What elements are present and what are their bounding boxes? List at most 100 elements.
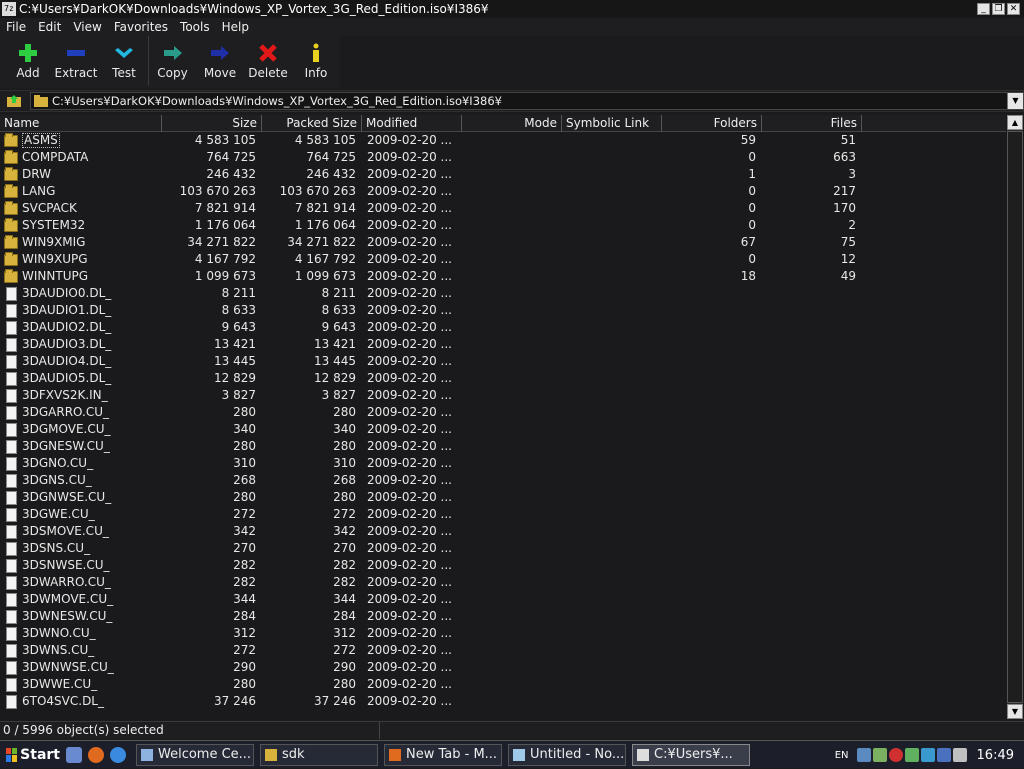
info-button[interactable]: Info [292,36,340,86]
folder-icon [4,183,18,198]
file-row[interactable]: 3DGARRO.CU_ 280 280 2009-02-20 ... [0,404,1006,421]
address-dropdown-button[interactable]: ▼ [1007,93,1023,109]
file-row[interactable]: 3DGNWSE.CU_ 280 280 2009-02-20 ... [0,489,1006,506]
row-name-cell: LANG [4,183,160,200]
file-row[interactable]: 3DWWE.CU_ 280 280 2009-02-20 ... [0,676,1006,693]
delete-button[interactable]: Delete [244,36,292,86]
file-row[interactable]: 3DWNWSE.CU_ 290 290 2009-02-20 ... [0,659,1006,676]
column-symbolic-link[interactable]: Symbolic Link [562,115,662,132]
scroll-thumb[interactable] [1007,131,1023,703]
minimize-button[interactable]: _ [977,3,990,15]
row-name: SYSTEM32 [22,218,86,232]
folder-row[interactable]: SVCPACK 7 821 914 7 821 914 2009-02-20 ... 0… [0,200,1006,217]
up-folder-button[interactable] [4,92,24,110]
move-button[interactable]: Move [196,36,244,86]
column-name[interactable]: Name [0,115,162,132]
row-packed-size: 9 643 [321,320,356,334]
7zip-app-icon[interactable]: 7z [2,2,16,16]
file-row[interactable]: 3DGNESW.CU_ 280 280 2009-02-20 ... [0,438,1006,455]
menu-help[interactable]: Help [216,20,255,34]
close-button[interactable]: ✕ [1007,3,1020,15]
column-size[interactable]: Size [162,115,262,132]
row-files [762,659,856,676]
taskbar-button[interactable]: New Tab - M... [384,743,502,766]
menu-edit[interactable]: Edit [32,20,67,34]
internet-explorer-icon[interactable] [110,746,126,763]
menu-tools[interactable]: Tools [174,20,216,34]
column-modified[interactable]: Modified [362,115,462,132]
row-folders [662,625,756,642]
file-row[interactable]: 3DAUDIO0.DL_ 8 211 8 211 2009-02-20 ... [0,285,1006,302]
row-folders: 0 [748,150,756,164]
folder-row[interactable]: ASMS 4 583 105 4 583 105 2009-02-20 ... 59 51 [0,132,1006,149]
file-row[interactable]: 3DWNO.CU_ 312 312 2009-02-20 ... [0,625,1006,642]
tray-app-icon[interactable] [904,748,919,762]
taskbar-button[interactable]: sdk [260,743,378,766]
file-row[interactable]: 3DWARRO.CU_ 282 282 2009-02-20 ... [0,574,1006,591]
file-row[interactable]: 3DAUDIO5.DL_ 12 829 12 829 2009-02-20 ... [0,370,1006,387]
tray-app-icon[interactable] [872,748,887,762]
menu-bar: File Edit View Favorites Tools Help [0,18,1024,36]
copy-button[interactable]: Copy [148,36,196,86]
row-packed-size: 764 725 [306,150,356,164]
file-row[interactable]: 3DWNESW.CU_ 284 284 2009-02-20 ... [0,608,1006,625]
taskbar-button[interactable]: Welcome Ce... [136,743,254,766]
menu-view[interactable]: View [67,20,107,34]
file-row[interactable]: 3DWNS.CU_ 272 272 2009-02-20 ... [0,642,1006,659]
address-field[interactable]: C:¥Users¥DarkOK¥Downloads¥Windows_XP_Vor… [30,92,1024,110]
vertical-scrollbar[interactable]: ▲ ▼ [1007,115,1023,719]
row-size: 8 633 [221,303,256,317]
add-button[interactable]: Add [4,36,52,86]
restore-button[interactable]: ❐ [992,3,1005,15]
taskbar-button[interactable]: Untitled - No... [508,743,626,766]
extract-button[interactable]: Extract [52,36,100,86]
tray-app-icon[interactable] [920,748,935,762]
firefox-icon[interactable] [88,746,104,763]
folder-row[interactable]: WIN9XUPG 4 167 792 4 167 792 2009-02-20 ...… [0,251,1006,268]
file-row[interactable]: 3DSNWSE.CU_ 282 282 2009-02-20 ... [0,557,1006,574]
language-indicator[interactable]: EN [835,750,849,761]
start-button[interactable]: Start [2,743,60,767]
file-row[interactable]: 3DGNO.CU_ 310 310 2009-02-20 ... [0,455,1006,472]
file-icon [6,660,17,675]
scroll-down-button[interactable]: ▼ [1007,704,1023,719]
file-row[interactable]: 3DAUDIO2.DL_ 9 643 9 643 2009-02-20 ... [0,319,1006,336]
file-list[interactable]: Name Size Packed Size Modified Mode Symb… [0,115,1024,719]
security-shield-icon[interactable] [888,748,903,762]
file-row[interactable]: 6TO4SVC.DL_ 37 246 37 246 2009-02-20 ... [0,693,1006,710]
column-packed-size[interactable]: Packed Size [262,115,362,132]
row-files [762,523,856,540]
column-files[interactable]: Files [762,115,862,132]
file-row[interactable]: 3DAUDIO3.DL_ 13 421 13 421 2009-02-20 ... [0,336,1006,353]
menu-favorites[interactable]: Favorites [108,20,174,34]
toolbar: Add Extract Test Copy Move Delete Info [0,36,340,88]
file-row[interactable]: 3DGWE.CU_ 272 272 2009-02-20 ... [0,506,1006,523]
file-row[interactable]: 3DSMOVE.CU_ 342 342 2009-02-20 ... [0,523,1006,540]
network-icon[interactable] [856,748,871,762]
folder-row[interactable]: DRW 246 432 246 432 2009-02-20 ... 1 3 [0,166,1006,183]
show-desktop-icon[interactable] [66,746,82,763]
column-mode[interactable]: Mode [462,115,562,132]
folder-row[interactable]: LANG 103 670 263 103 670 263 2009-02-20 ...… [0,183,1006,200]
volume-icon[interactable] [952,748,967,762]
file-row[interactable]: 3DSNS.CU_ 270 270 2009-02-20 ... [0,540,1006,557]
folder-row[interactable]: SYSTEM32 1 176 064 1 176 064 2009-02-20 ...… [0,217,1006,234]
taskbar-button[interactable]: C:¥Users¥... [632,743,750,766]
monitor-icon[interactable] [936,748,951,762]
column-folders[interactable]: Folders [662,115,762,132]
menu-file[interactable]: File [0,20,32,34]
file-row[interactable]: 3DWMOVE.CU_ 344 344 2009-02-20 ... [0,591,1006,608]
row-packed-size: 280 [333,490,356,504]
file-row[interactable]: 3DGMOVE.CU_ 340 340 2009-02-20 ... [0,421,1006,438]
test-button[interactable]: Test [100,36,148,86]
folder-row[interactable]: WINNTUPG 1 099 673 1 099 673 2009-02-20 ...… [0,268,1006,285]
file-row[interactable]: 3DAUDIO4.DL_ 13 445 13 445 2009-02-20 ... [0,353,1006,370]
file-row[interactable]: 3DGNS.CU_ 268 268 2009-02-20 ... [0,472,1006,489]
scroll-up-button[interactable]: ▲ [1007,115,1023,130]
row-name: 3DGMOVE.CU_ [22,422,111,436]
folder-row[interactable]: COMPDATA 764 725 764 725 2009-02-20 ... 0 663 [0,149,1006,166]
row-name-cell: 3DGNO.CU_ [4,455,160,472]
file-row[interactable]: 3DFXVS2K.IN_ 3 827 3 827 2009-02-20 ... [0,387,1006,404]
file-row[interactable]: 3DAUDIO1.DL_ 8 633 8 633 2009-02-20 ... [0,302,1006,319]
folder-row[interactable]: WIN9XMIG 34 271 822 34 271 822 2009-02-20 .… [0,234,1006,251]
